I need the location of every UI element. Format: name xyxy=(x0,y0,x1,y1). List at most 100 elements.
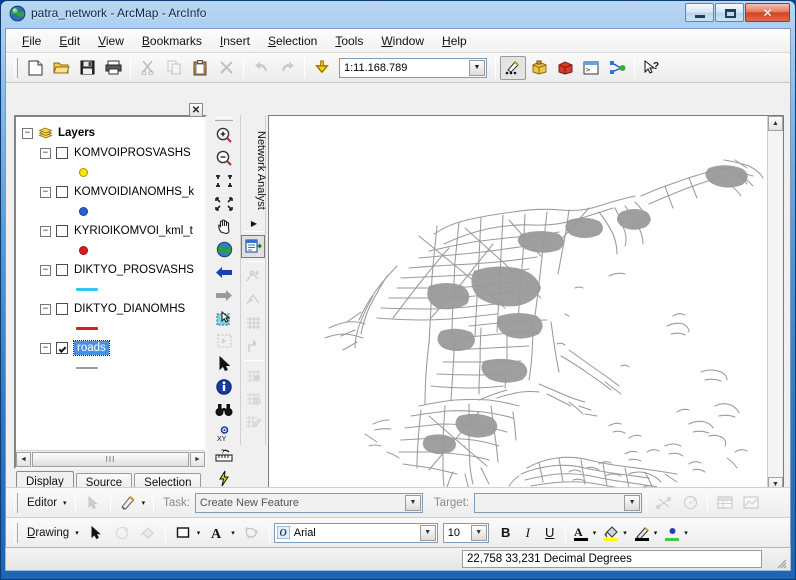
layer-visibility-checkbox[interactable] xyxy=(56,303,68,315)
whats-this-help-icon[interactable]: ? xyxy=(639,56,665,80)
italic-button[interactable]: I xyxy=(517,522,539,544)
menu-tools[interactable]: Tools xyxy=(327,31,371,51)
select-elements-icon[interactable] xyxy=(212,330,236,353)
previous-extent-icon[interactable] xyxy=(212,261,236,284)
select-elements-arrow-icon[interactable] xyxy=(83,521,109,545)
edit-pointer-icon[interactable] xyxy=(80,491,106,515)
sketch-graph-icon[interactable] xyxy=(738,491,764,515)
toc-root-layers[interactable]: − Layers xyxy=(22,123,201,143)
zoom-in-icon[interactable] xyxy=(212,124,236,147)
network-analyst-label[interactable]: Network Analyst xyxy=(241,115,267,219)
toc-layer-diktyo-dianomhs[interactable]: − DIKTYO_DIANOMHS xyxy=(40,299,201,319)
menu-selection[interactable]: Selection xyxy=(260,31,325,51)
expander-icon[interactable]: − xyxy=(22,127,33,139)
menu-edit[interactable]: Edit xyxy=(51,31,88,51)
menu-bookmarks[interactable]: Bookmarks xyxy=(134,31,210,51)
arccatalog-icon[interactable] xyxy=(552,56,578,80)
toolbar-grip[interactable] xyxy=(14,492,18,513)
build-network-icon[interactable] xyxy=(241,364,265,387)
chevron-down-icon[interactable]: ▾ xyxy=(74,529,83,537)
sketch-properties-icon[interactable] xyxy=(651,491,677,515)
layer-visibility-checkbox[interactable] xyxy=(56,225,68,237)
command-line-icon[interactable]: > xyxy=(578,56,604,80)
select-features-icon[interactable] xyxy=(212,307,236,330)
paste-clipboard-icon[interactable] xyxy=(187,56,213,80)
layer-visibility-checkbox[interactable] xyxy=(56,186,68,198)
underline-button[interactable]: U xyxy=(539,522,561,544)
create-network-location-icon[interactable] xyxy=(241,265,265,288)
network-analyst-window-icon[interactable] xyxy=(241,235,265,258)
expander-icon[interactable]: − xyxy=(40,264,51,276)
map-scale-combo[interactable]: 1:11.168.789 ▼ xyxy=(339,57,487,78)
network-edit-icon[interactable] xyxy=(241,410,265,433)
full-extent-globe-icon[interactable] xyxy=(212,238,236,261)
scroll-up-icon[interactable]: ▲ xyxy=(768,116,783,131)
sketch-pencil-icon[interactable] xyxy=(115,491,141,515)
menu-window[interactable]: Window xyxy=(373,31,432,51)
chevron-down-icon[interactable]: ▼ xyxy=(419,524,436,541)
task-combo[interactable]: Create New Feature ▼ xyxy=(194,492,423,513)
fixed-zoom-out-icon[interactable] xyxy=(212,193,236,216)
chevron-down-icon[interactable]: ▾ xyxy=(653,529,662,537)
resize-grip-icon[interactable] xyxy=(775,556,787,569)
close-button[interactable]: ✕ xyxy=(745,3,790,22)
go-to-xy-icon[interactable]: XY xyxy=(212,422,236,445)
toc-layer-kyrioikomvoi[interactable]: − KYRIOIKOMVOI_kml_t xyxy=(40,221,201,241)
expander-icon[interactable]: − xyxy=(40,147,51,159)
chevron-down-icon[interactable]: ▾ xyxy=(622,529,631,537)
identify-info-icon[interactable] xyxy=(212,376,236,399)
chevron-down-icon[interactable]: ▼ xyxy=(469,59,485,76)
new-rectangle-icon[interactable] xyxy=(170,521,196,545)
scroll-right-icon[interactable]: ► xyxy=(190,451,205,467)
toc-layer-komvoidianomhs[interactable]: − KOMVOIDIANOMHS_k xyxy=(40,182,201,202)
line-color-icon[interactable] xyxy=(631,522,653,544)
toc-layer-roads[interactable]: − roads xyxy=(40,338,201,358)
model-builder-icon[interactable] xyxy=(604,56,630,80)
next-extent-icon[interactable] xyxy=(212,284,236,307)
edit-vertices-icon[interactable] xyxy=(239,521,265,545)
find-binoculars-icon[interactable] xyxy=(212,399,236,422)
pointer-arrow-icon[interactable] xyxy=(212,353,236,376)
chevron-down-icon[interactable]: ▾ xyxy=(230,529,239,537)
rotate-tool-icon[interactable] xyxy=(677,491,703,515)
chevron-down-icon[interactable]: ▾ xyxy=(592,529,601,537)
expander-icon[interactable]: − xyxy=(40,303,51,315)
font-size-combo[interactable]: 10 ▼ xyxy=(442,522,489,543)
chevron-down-icon[interactable]: ▾ xyxy=(62,499,71,507)
scroll-left-icon[interactable]: ◄ xyxy=(16,451,31,467)
fill-color-icon[interactable] xyxy=(600,522,622,544)
scroll-thumb[interactable]: III xyxy=(32,451,189,467)
chevron-down-icon[interactable]: ▾ xyxy=(683,529,692,537)
maximize-button[interactable] xyxy=(715,3,744,22)
cut-scissors-icon[interactable] xyxy=(135,56,161,80)
chevron-down-icon[interactable]: ▼ xyxy=(470,524,487,541)
delete-x-icon[interactable] xyxy=(213,56,239,80)
editor-menu-button[interactable]: Editor xyxy=(22,497,62,509)
chevron-down-icon[interactable]: ▾ xyxy=(141,499,150,507)
menu-insert[interactable]: Insert xyxy=(212,31,258,51)
toc-layer-komvoiprosvashs[interactable]: − KOMVOIPROSVASHS xyxy=(40,143,201,163)
add-data-icon[interactable] xyxy=(309,56,335,80)
close-toc-icon[interactable]: ✕ xyxy=(189,103,203,117)
copy-icon[interactable] xyxy=(161,56,187,80)
toolbar-grip[interactable] xyxy=(14,57,18,78)
toc-horizontal-scrollbar[interactable]: ◄ III ► xyxy=(16,450,205,467)
chevron-down-icon[interactable]: ▾ xyxy=(196,529,205,537)
new-text-A-icon[interactable]: A xyxy=(204,521,230,545)
font-color-icon[interactable]: A xyxy=(570,522,592,544)
network-grid-icon[interactable] xyxy=(241,311,265,334)
editor-toolbar-icon[interactable] xyxy=(500,55,526,80)
marker-color-icon[interactable] xyxy=(661,522,683,544)
attributes-table-icon[interactable] xyxy=(712,491,738,515)
arctoolbox-icon[interactable] xyxy=(526,56,552,80)
toolbar-grip[interactable] xyxy=(215,117,233,121)
menu-view[interactable]: View xyxy=(90,31,132,51)
undo-arrow-icon[interactable] xyxy=(248,56,274,80)
pan-hand-icon[interactable] xyxy=(212,216,236,239)
network-analyst-dropdown-icon[interactable]: ▶ xyxy=(241,219,267,228)
drawing-menu-button[interactable]: Drawing xyxy=(22,527,74,539)
rotate-element-icon[interactable] xyxy=(109,521,135,545)
bold-button[interactable]: B xyxy=(495,522,517,544)
open-folder-icon[interactable] xyxy=(48,56,74,80)
paint-bucket-icon[interactable] xyxy=(135,521,161,545)
